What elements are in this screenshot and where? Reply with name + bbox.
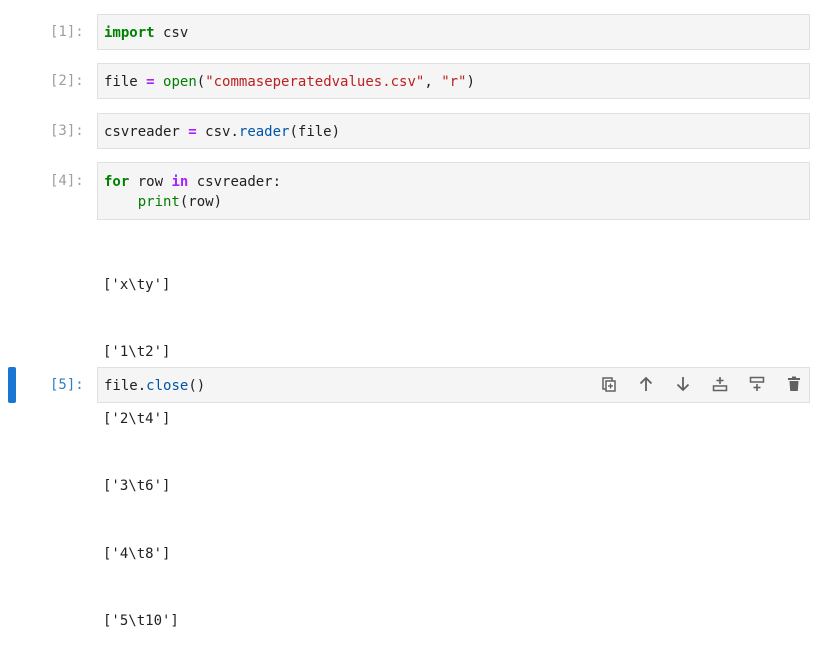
code-text: (row) [179,194,223,210]
cell-prompt: [5]: [50,377,84,393]
code-text: row [129,174,172,190]
insert-above-button[interactable] [701,372,738,396]
builtin-print: print [137,194,180,210]
code-text: csvreader: [188,174,282,190]
keyword-for: for [104,174,130,190]
attribute-close: close [146,378,189,394]
cell-prompt: [2]: [50,73,84,89]
code-text: file [104,74,147,90]
cell-toolbar [590,372,812,396]
move-up-icon [639,376,652,391]
code-text: , [424,74,442,90]
cell-prompt: [1]: [50,24,84,40]
code-text: () [188,378,206,394]
cell-prompt: [3]: [50,123,84,139]
code-input[interactable]: import csv [97,14,810,50]
builtin-open: open [163,74,197,90]
output-line: ['5\t10'] [103,612,179,629]
output-line: ['1\t2'] [103,344,171,361]
string-literal: "commaseperatedvalues.csv" [205,74,425,90]
insert-above-icon [712,377,727,392]
code-text: file. [104,378,147,394]
code-cell-3[interactable]: [3]: csvreader = csv.reader(file) [0,113,827,149]
cell-output: ['x\ty'] ['1\t2'] ['2\t4'] ['3\t6'] ['4\… [103,229,179,655]
code-text: csvreader [104,124,189,140]
duplicate-cell-button[interactable] [590,372,627,396]
code-text: (file) [289,124,341,140]
keyword-import: import [104,25,155,41]
cell-prompt: [4]: [50,173,84,189]
output-line: ['3\t6'] [103,478,171,495]
code-input[interactable]: for row in csvreader: print(row) [97,162,810,220]
code-input[interactable]: csvreader = csv.reader(file) [97,113,810,149]
output-line: ['4\t8'] [103,545,171,562]
keyword-in: in [171,174,189,190]
delete-cell-button[interactable] [775,372,812,396]
code-text: ( [196,74,206,90]
attribute-reader: reader [238,124,290,140]
output-line: ['2\t4'] [103,411,171,428]
operator: = [188,124,197,140]
insert-below-button[interactable] [738,372,775,396]
move-down-button[interactable] [664,372,701,396]
insert-below-icon [749,376,764,391]
move-down-icon [676,377,689,392]
code-input[interactable]: file = open("commaseperatedvalues.csv", … [97,63,810,99]
code-text: csv. [196,124,239,140]
duplicate-icon [601,377,616,392]
code-cell-2[interactable]: [2]: file = open("commaseperatedvalues.c… [0,63,827,99]
code-text: csv [154,25,189,41]
output-line: ['x\ty'] [103,276,171,293]
move-up-button[interactable] [627,372,664,396]
code-text: ) [466,74,475,90]
string-literal: "r" [441,74,467,90]
operator: = [146,74,155,90]
code-cell-1[interactable]: [1]: import csv [0,14,827,50]
delete-icon [787,376,800,391]
